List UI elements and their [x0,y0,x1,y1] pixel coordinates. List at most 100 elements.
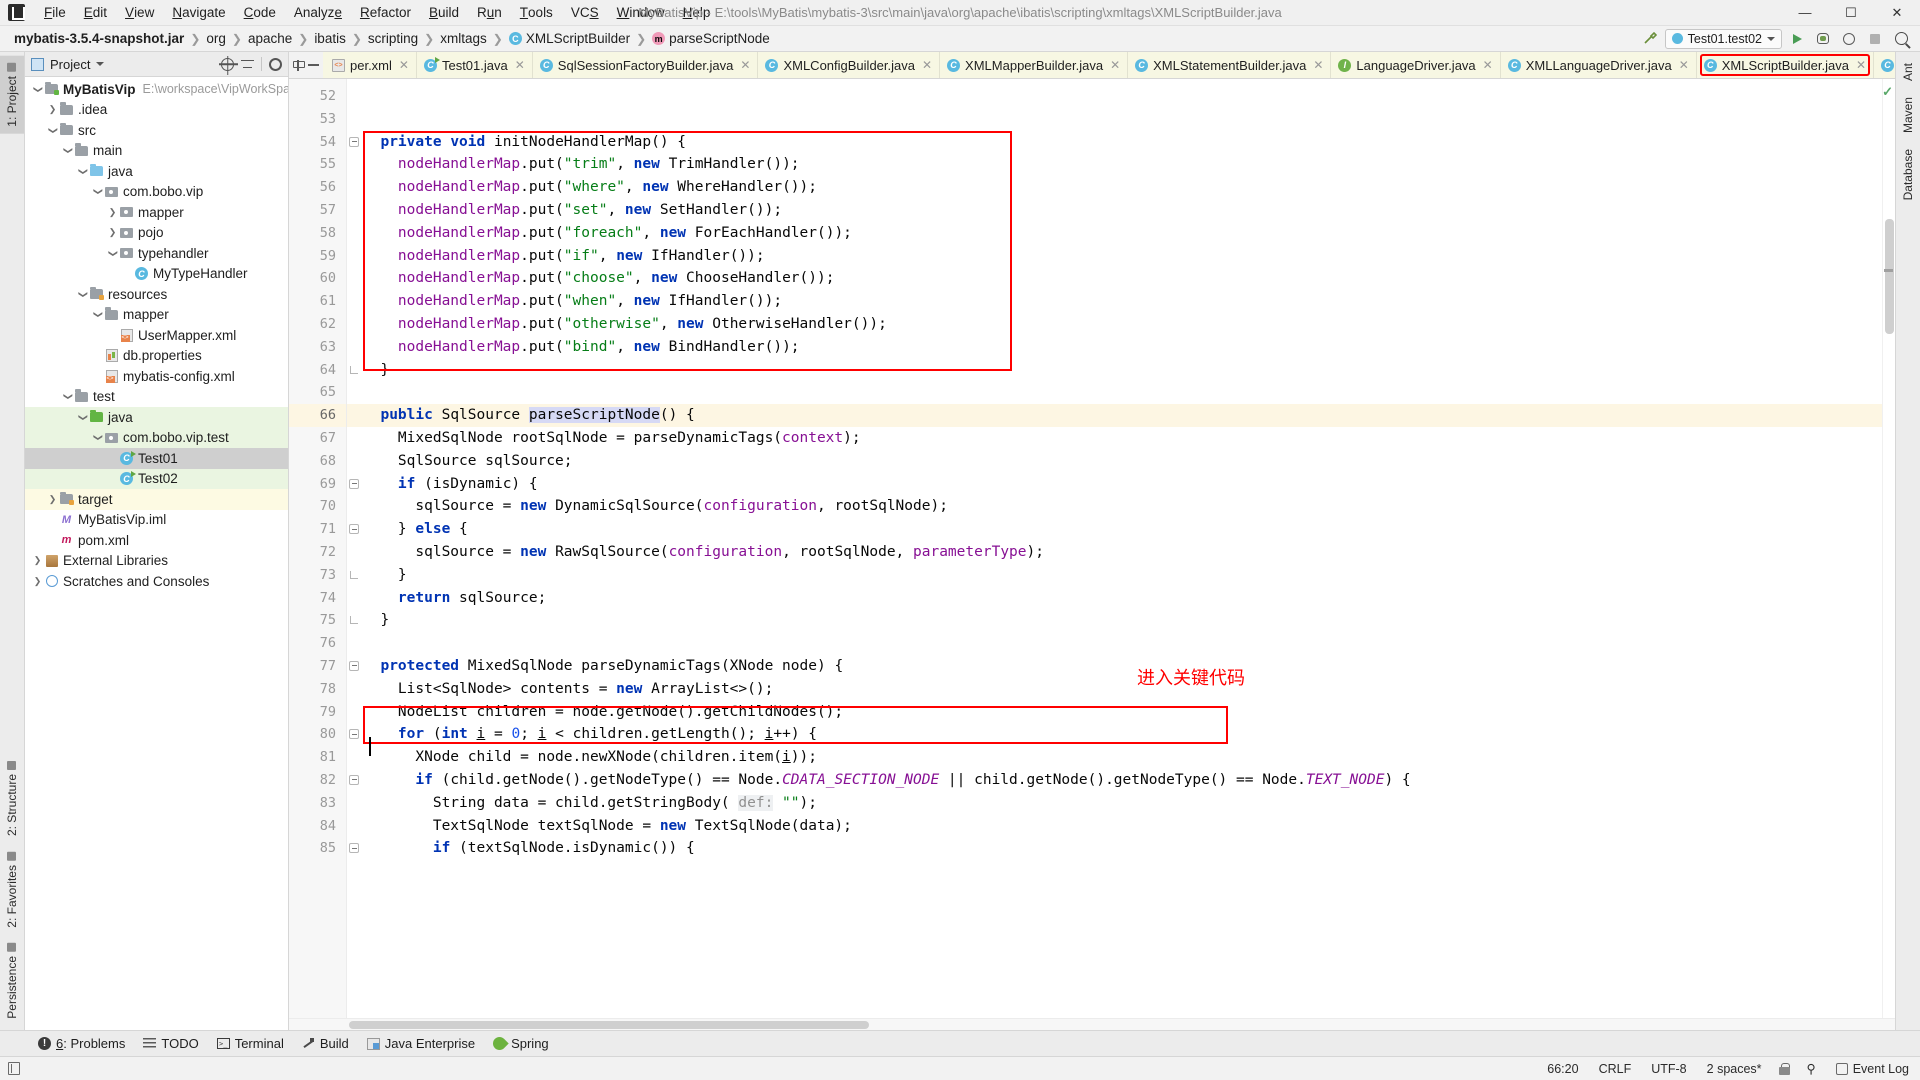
line-number[interactable]: 68 [289,450,346,473]
tree-node--idea[interactable]: .idea [25,100,288,121]
tree-toggle-arrow-icon[interactable] [31,576,44,587]
tree-node-pom-xml[interactable]: m pom.xml [25,530,288,551]
debug-button[interactable] [1812,29,1834,49]
close-tab-icon[interactable]: ✕ [1679,58,1689,72]
tree-toggle-arrow-icon[interactable] [91,309,104,320]
line-number[interactable]: 66 [289,404,359,427]
close-tab-icon[interactable]: ✕ [1110,58,1120,72]
line-number[interactable]: 54 [289,131,359,154]
menu-analyze[interactable]: Analyz e [285,0,351,25]
coverage-button[interactable] [1838,29,1860,49]
event-log-button[interactable]: Event Log [1833,1061,1912,1077]
tree-toggle-arrow-icon[interactable] [106,248,119,259]
tree-node-src[interactable]: src [25,120,288,141]
line-number[interactable]: 58 [289,222,346,245]
tree-node-scratches-and-consoles[interactable]: Scratches and Consoles [25,571,288,592]
menu-view[interactable]: View [116,0,163,25]
tree-toggle-arrow-icon[interactable] [46,104,59,115]
menu-run[interactable]: Run [468,0,511,25]
rail-button-ant[interactable]: Ant [1896,56,1920,88]
breadcrumb-item-apache[interactable]: apache [243,30,297,47]
tree-node-usermapper-xml[interactable]: UserMapper.xml [25,325,288,346]
editor-tab-sqlsessionfactorybuilder-java[interactable]: C SqlSessionFactoryBuilder.java ✕ [532,52,759,78]
line-number[interactable]: 57 [289,199,346,222]
tree-node-mybatisvip-iml[interactable]: M MyBatisVip.iml [25,510,288,531]
line-number[interactable]: 78 [289,678,346,701]
vertical-scrollbar-thumb[interactable] [1885,219,1894,334]
chevron-down-icon[interactable] [96,62,105,66]
rail-button-2--structure[interactable]: 2: Structure [0,754,24,843]
tree-toggle-arrow-icon[interactable] [76,289,89,300]
breadcrumb-item-xmltags[interactable]: xmltags [435,30,492,47]
menu-vcs[interactable]: VC S [562,0,608,25]
breadcrumb-item-mybatis-3-5-4-snapshot-jar[interactable]: mybatis-3.5.4-snapshot.jar [9,30,189,47]
tree-toggle-arrow-icon[interactable] [46,494,59,505]
collapse-icon[interactable] [308,64,319,66]
tool-window-java-enterprise[interactable]: Java Enterprise [359,1033,483,1054]
tree-node-test02[interactable]: C Test02 [25,468,288,489]
tree-node-typehandler[interactable]: typehandler [25,243,288,264]
breadcrumb-item-scripting[interactable]: scripting [363,30,423,47]
run-configuration-selector[interactable]: Test01.test02 [1664,28,1782,49]
line-number[interactable]: 77 [289,655,359,678]
tree-node-pojo[interactable]: pojo [25,223,288,244]
breadcrumb-item-ibatis[interactable]: ibatis [309,30,351,47]
close-tab-icon[interactable]: ✕ [740,58,750,72]
code-area[interactable]: private void initNodeHandlerMap() { node… [347,79,1882,1018]
horizontal-scrollbar[interactable] [289,1018,1895,1030]
rail-button-persistence[interactable]: Persistence [0,936,24,1026]
tree-node-java[interactable]: java [25,161,288,182]
line-number[interactable]: 63 [289,336,346,359]
branch-icon[interactable]: ⚲ [1804,1060,1819,1077]
breadcrumb-item-parsescriptnode[interactable]: m parseScriptNode [647,30,775,47]
line-number[interactable]: 84 [289,815,346,838]
line-number[interactable]: 73 [289,564,346,587]
rail-button-database[interactable]: Database [1896,142,1920,207]
maximize-button[interactable]: ☐ [1828,0,1874,25]
tree-node-mytypehandler[interactable]: C MyTypeHandler [25,264,288,285]
line-number[interactable]: 55 [289,153,346,176]
line-number[interactable]: 67 [289,427,346,450]
build-hammer-icon[interactable] [1639,29,1661,49]
editor-tab-xmlstatementbuilder-java[interactable]: C XMLStatementBuilder.java ✕ [1128,52,1332,78]
breadcrumb-item-xmlscriptbuilder[interactable]: C XMLScriptBuilder [504,30,635,47]
close-tab-icon[interactable]: ✕ [515,58,525,72]
minimize-button[interactable]: — [1782,0,1828,25]
menu-file[interactable]: File [35,0,75,25]
line-number[interactable]: 60 [289,267,346,290]
editor-tab-xmlmapperbuilder-java[interactable]: C XMLMapperBuilder.java ✕ [940,52,1129,78]
lock-icon[interactable] [1778,1062,1790,1075]
line-number[interactable]: 79 [289,701,346,724]
line-number[interactable]: 75 [289,609,346,632]
collapse-all-icon[interactable] [241,58,254,71]
tree-toggle-arrow-icon[interactable] [76,412,89,423]
close-tab-icon[interactable]: ✕ [399,58,409,72]
menu-help[interactable]: Help [674,0,720,25]
menu-refactor[interactable]: Refactor [351,0,420,25]
breadcrumb-item-org[interactable]: org [201,30,231,47]
line-number[interactable]: 64 [289,359,346,382]
tool-window-todo[interactable]: TODO [135,1033,206,1054]
tree-toggle-arrow-icon[interactable] [61,391,74,402]
target-icon[interactable] [221,57,234,71]
tree-node-main[interactable]: main [25,141,288,162]
marker-bar[interactable]: ✓ [1882,79,1895,1018]
file-encoding[interactable]: UTF-8 [1648,1061,1689,1077]
tree-toggle-arrow-icon[interactable] [106,207,119,218]
rail-button-2--favorites[interactable]: 2: Favorites [0,845,24,935]
menu-edit[interactable]: Edit [75,0,116,25]
line-number[interactable]: 62 [289,313,346,336]
close-tab-icon[interactable]: ✕ [1483,58,1493,72]
search-button[interactable] [1890,29,1912,49]
editor-tab-xmlscriptbuilder-java[interactable]: C XMLScriptBuilder.java ✕ [1696,52,1874,78]
tree-node-java[interactable]: java [25,407,288,428]
line-number[interactable]: 70 [289,495,346,518]
rail-button-1--project[interactable]: 1: Project [0,56,24,134]
tree-node-mapper[interactable]: mapper [25,202,288,223]
editor-tab-xmllanguagedriver-java[interactable]: C XMLLanguageDriver.java ✕ [1500,52,1697,78]
close-tab-icon[interactable]: ✕ [1313,58,1323,72]
editor-tab-test01-java[interactable]: C Test01.java ✕ [416,52,533,78]
editor-tab-co[interactable]: CCo✕ [1874,52,1895,78]
line-number[interactable]: 80 [289,723,359,746]
tree-node-external-libraries[interactable]: External Libraries [25,551,288,572]
